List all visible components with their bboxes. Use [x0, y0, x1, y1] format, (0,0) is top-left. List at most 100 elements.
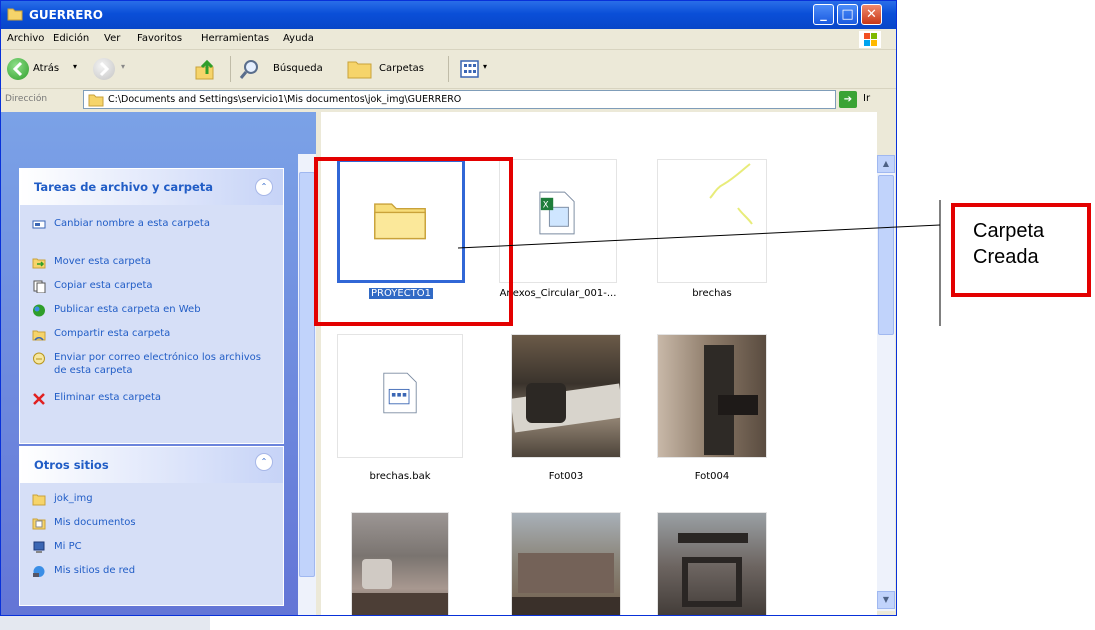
address-input[interactable]: C:\Documents and Settings\servicio1\Mis …: [83, 90, 836, 109]
image-thumbnail-icon: [709, 163, 753, 225]
file-folder-tasks-header[interactable]: Tareas de archivo y carpeta ⌃: [20, 169, 283, 205]
folder-icon: [32, 494, 46, 506]
file-item-photo-7[interactable]: [351, 512, 449, 615]
tasks-title: Tareas de archivo y carpeta: [34, 180, 214, 194]
file-name-fot004: Fot004: [694, 471, 730, 482]
title-bar[interactable]: GUERRERO _ □ ✕: [1, 1, 896, 29]
menu-edicion[interactable]: Edición: [53, 33, 89, 44]
file-name-fot003: Fot003: [548, 471, 584, 482]
network-icon: [33, 566, 45, 577]
folders-icon: [347, 61, 372, 79]
forward-button[interactable]: ▾: [93, 58, 133, 80]
file-item-photo-8[interactable]: [511, 512, 621, 615]
window-title: GUERRERO: [29, 8, 103, 22]
search-button[interactable]: Búsqueda: [239, 58, 331, 80]
file-caption: brechas: [637, 288, 787, 299]
scrollbar-thumb[interactable]: [878, 175, 894, 335]
views-button[interactable]: ▾: [459, 58, 499, 80]
task-label: Enviar por correo electrónico los archiv…: [54, 352, 262, 376]
back-dropdown-icon: ▾: [73, 62, 78, 71]
task-pane: Tareas de archivo y carpeta ⌃ Canbiar no…: [1, 112, 316, 615]
up-folder-icon: [195, 59, 214, 80]
computer-icon: [33, 541, 45, 553]
file-name-anexos: Anexos_Circular_001-...: [499, 288, 617, 299]
task-label: Compartir esta carpeta: [54, 328, 171, 339]
generic-file-icon: [383, 372, 417, 414]
views-icon: [460, 60, 479, 78]
rename-icon: [32, 220, 46, 229]
other-places-header[interactable]: Otros sitios ⌃: [20, 447, 283, 483]
file-name-brechas-bak: brechas.bak: [369, 471, 431, 482]
places-title: Otros sitios: [34, 458, 109, 472]
file-item-brechas-bak[interactable]: [337, 334, 463, 458]
collapse-icon[interactable]: ⌃: [255, 178, 273, 196]
file-item-brechas[interactable]: [657, 159, 767, 283]
place-label: Mi PC: [54, 541, 82, 552]
go-arrow-icon[interactable]: ➔: [839, 91, 857, 108]
address-path: C:\Documents and Settings\servicio1\Mis …: [108, 94, 462, 105]
share-icon: [32, 330, 46, 341]
windows-logo-icon: [859, 31, 881, 48]
task-label: Mover esta carpeta: [54, 256, 151, 267]
folder-icon: [88, 94, 104, 107]
file-item-anexos[interactable]: X: [499, 159, 617, 283]
excel-file-icon: X: [539, 191, 575, 235]
annotation-label: Carpeta Creada: [973, 220, 1045, 268]
file-item-fot003[interactable]: [511, 334, 621, 458]
task-label: Canbiar nombre a esta carpeta: [54, 218, 210, 229]
bottom-strip: [0, 616, 1095, 630]
scroll-up-icon[interactable]: ▲: [877, 155, 895, 173]
minimize-button[interactable]: _: [813, 4, 834, 25]
menu-ayuda[interactable]: Ayuda: [283, 33, 314, 44]
views-dropdown-icon: ▾: [483, 62, 488, 71]
task-label: Eliminar esta carpeta: [54, 392, 162, 403]
menu-archivo[interactable]: Archivo: [7, 33, 44, 44]
collapse-icon[interactable]: ⌃: [255, 453, 273, 471]
photo-content: [526, 383, 566, 423]
photo-content: [682, 557, 742, 607]
task-label: Copiar esta carpeta: [54, 280, 153, 291]
svg-text:X: X: [543, 200, 549, 210]
folders-button[interactable]: Carpetas: [347, 58, 437, 80]
forward-dropdown-icon: ▾: [121, 62, 126, 71]
delete-icon: [33, 393, 45, 405]
back-button[interactable]: Atrás ▾: [7, 58, 87, 80]
other-places-box: Otros sitios ⌃ jok_img Mis documentos Mi…: [19, 446, 284, 606]
menu-favoritos[interactable]: Favoritos: [137, 33, 182, 44]
file-view-scrollbar[interactable]: ▲ ▼: [877, 155, 895, 611]
search-icon: [239, 60, 258, 79]
task-label: Publicar esta carpeta en Web: [54, 304, 201, 315]
photo-content: [718, 395, 758, 415]
place-label: Mis sitios de red: [54, 565, 136, 576]
annotation-highlight-box: [314, 157, 513, 326]
address-bar: Dirección C:\Documents and Settings\serv…: [1, 89, 896, 111]
file-caption: brechas.bak: [325, 471, 475, 482]
photo-content: [512, 597, 620, 615]
close-button[interactable]: ✕: [861, 4, 882, 25]
menu-ver[interactable]: Ver: [104, 33, 120, 44]
file-item-photo-9[interactable]: [657, 512, 767, 615]
move-icon: [32, 258, 46, 269]
scroll-down-icon[interactable]: ▼: [877, 591, 895, 609]
back-label: Atrás: [33, 63, 60, 74]
web-publish-icon: [33, 304, 45, 317]
up-folder-button[interactable]: [193, 58, 221, 80]
menu-bar: Archivo Edición Ver Favoritos Herramient…: [1, 29, 896, 50]
photo-content: [362, 559, 392, 589]
photo-content: [678, 533, 748, 543]
file-name-brechas: brechas: [692, 288, 732, 299]
go-label[interactable]: Ir: [863, 93, 870, 104]
email-icon: [33, 352, 45, 365]
toolbar: Atrás ▾ ▾ Búsqueda Carpetas ▾: [1, 50, 896, 89]
folders-label: Carpetas: [379, 63, 424, 74]
folder-icon: [7, 8, 23, 21]
scrollbar-thumb[interactable]: [299, 172, 315, 577]
back-arrow-icon: [7, 58, 29, 80]
maximize-button[interactable]: □: [837, 4, 858, 25]
address-label: Dirección: [5, 94, 48, 104]
file-item-fot004[interactable]: [657, 334, 767, 458]
documents-icon: [32, 518, 46, 530]
file-caption: Fot004: [637, 471, 787, 482]
copy-icon: [33, 280, 46, 293]
menu-herramientas[interactable]: Herramientas: [201, 33, 269, 44]
